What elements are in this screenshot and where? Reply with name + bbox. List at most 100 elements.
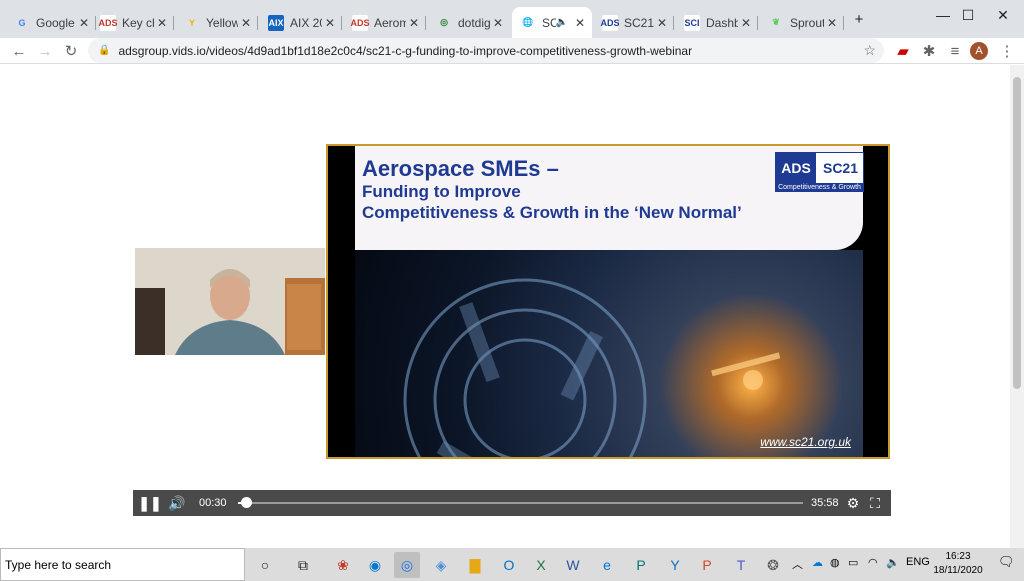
onedrive-icon[interactable]: ☁ [812, 556, 823, 569]
language-indicator[interactable]: ENG [906, 556, 930, 568]
tab-0[interactable]: G Google ✕ [6, 7, 96, 38]
duration: 35:58 [811, 497, 839, 509]
back-button[interactable]: ← [8, 40, 30, 62]
profile-avatar[interactable]: A [970, 42, 988, 60]
powerpoint-icon[interactable]: P [694, 552, 720, 578]
video-slide[interactable]: Aerospace SMEs – Funding to Improve Comp… [326, 144, 890, 459]
tab-favicon: Y [188, 17, 195, 28]
scrollbar-thumb[interactable] [1013, 77, 1021, 389]
teams-icon[interactable]: T [728, 552, 754, 578]
close-tab-icon[interactable]: ✕ [572, 16, 588, 30]
tray-chevron-icon[interactable]: ︿ [792, 556, 803, 572]
slide-subtitle-line1: Funding to Improve [362, 182, 521, 201]
media-control-icon[interactable]: ≡ [944, 40, 966, 62]
turbine-artwork [403, 278, 781, 457]
volume-button[interactable]: 🔊 [167, 494, 187, 512]
word-icon[interactable]: W [560, 552, 586, 578]
taskbar-clock[interactable]: 16:23 18/11/2020 [930, 550, 986, 578]
tab-9[interactable]: ❦ Sprout ✕ [760, 7, 844, 38]
tab-title: Yellow [206, 15, 238, 30]
url-text: adsgroup.vids.io/videos/4d9ad1bf1d18e2c0… [118, 43, 693, 58]
slide-header: Aerospace SMEs – Funding to Improve Comp… [355, 146, 864, 250]
progress-track[interactable] [238, 497, 803, 508]
tab-strip: GGoogle✕ADSKey cha✕YYellow✕AIXAIX 202✕AD… [0, 0, 1024, 38]
new-tab-button[interactable]: + [848, 8, 870, 30]
ads-sc21-logo: ADS SC21 Competitiveness & Growth [775, 152, 864, 192]
slide-url-link[interactable]: www.sc21.org.uk [760, 435, 851, 449]
tab-title: AIX 202 [290, 15, 322, 30]
clock-time: 16:23 [945, 551, 971, 562]
tab-favicon: 🌐 [522, 17, 534, 27]
pdf-extension-icon[interactable]: ▰ [892, 40, 914, 62]
progress-knob[interactable] [240, 497, 252, 508]
lock-icon: 🔒 [98, 45, 111, 56]
file-explorer-icon[interactable]: ▇ [462, 552, 488, 578]
notifications-icon[interactable]: 🗨 [998, 554, 1015, 570]
address-bar[interactable]: 🔒 adsgroup.vids.io/videos/4d9ad1bf1d18e2… [88, 38, 884, 63]
tab-audio-icon[interactable]: 🔈 [556, 17, 568, 28]
forward-arrow-icon: → [37, 42, 53, 60]
tab-favicon: ADS [601, 14, 620, 31]
fullscreen-icon: ⛶ [870, 494, 880, 511]
close-window-button[interactable]: ✕ [980, 0, 1024, 30]
tab-favicon: G [18, 17, 26, 28]
extensions-puzzle-icon[interactable]: ✱ [918, 40, 940, 62]
reload-icon: ↻ [64, 43, 78, 60]
tab-title: Sprout [790, 15, 824, 30]
edge-icon[interactable]: ◉ [362, 552, 388, 578]
cortana-icon[interactable]: ○ [252, 552, 278, 578]
internet-explorer-icon[interactable]: e [594, 552, 620, 578]
network-icon[interactable]: ◍ [830, 556, 840, 569]
close-tab-icon[interactable]: ✕ [490, 16, 506, 30]
tab-2[interactable]: Y Yellow ✕ [176, 7, 258, 38]
bookmark-star-icon[interactable]: ☆ [863, 42, 876, 59]
slide-title: Aerospace SMEs – [362, 156, 559, 181]
publisher-icon[interactable]: P [628, 552, 654, 578]
chrome-icon[interactable]: ◎ [394, 552, 420, 578]
settings-button[interactable]: ⚙ [845, 494, 861, 512]
close-tab-icon[interactable]: ✕ [322, 16, 338, 30]
close-tab-icon[interactable]: ✕ [406, 16, 422, 30]
close-tab-icon[interactable]: ✕ [824, 16, 840, 30]
fullscreen-button[interactable]: ⛶ [867, 494, 883, 512]
scrollbar[interactable] [1010, 65, 1024, 548]
outlook-icon[interactable]: O [496, 552, 522, 578]
close-tab-icon[interactable]: ✕ [738, 16, 754, 30]
app-icon-2[interactable]: ◈ [428, 552, 454, 578]
presenter-webcam [135, 248, 325, 355]
tab-title: Google [36, 15, 75, 30]
app-icon-1[interactable]: ❀ [330, 552, 356, 578]
presenter-image [135, 248, 325, 355]
app-icon-3[interactable]: ❂ [760, 552, 786, 578]
close-tab-icon[interactable]: ✕ [76, 16, 92, 30]
tab-5[interactable]: ◎ dotdigi ✕ [428, 7, 510, 38]
tab-6[interactable]: 🌐 SC 🔈 ✕ [512, 7, 592, 38]
tab-3[interactable]: AIX AIX 202✕ [260, 7, 342, 38]
logo-sc21-text: SC21 [822, 160, 859, 176]
tab-favicon: ◎ [440, 17, 448, 27]
wifi-icon[interactable]: ◠ [868, 556, 878, 569]
tab-1[interactable]: ADS Key cha✕ [92, 7, 174, 38]
excel-icon[interactable]: X [528, 552, 554, 578]
yammer-icon[interactable]: Y [662, 552, 688, 578]
tab-favicon: ADS [351, 14, 370, 31]
battery-icon[interactable]: ▭ [848, 556, 858, 569]
task-view-icon[interactable]: ⧉ [290, 552, 316, 578]
search-placeholder: Type here to search [5, 557, 112, 572]
close-tab-icon[interactable]: ✕ [154, 16, 170, 30]
reload-button[interactable]: ↻ [60, 40, 82, 62]
gear-icon: ⚙ [846, 494, 860, 511]
taskbar-search[interactable]: Type here to search [0, 548, 245, 581]
tab-4[interactable]: ADS Aeroma✕ [344, 7, 426, 38]
tab-8[interactable]: SCI Dashbo✕ [676, 7, 758, 38]
speaker-icon[interactable]: 🔈 [886, 556, 900, 569]
forward-button[interactable]: → [34, 40, 56, 62]
tab-7[interactable]: ADS SC21 In✕ [594, 7, 674, 38]
windows-taskbar: Type here to search ○ ⧉ ❀ ◉ ◎ ◈ ▇ O X W … [0, 548, 1024, 581]
menu-kebab-icon[interactable]: ⋮ [996, 40, 1018, 62]
close-tab-icon[interactable]: ✕ [654, 16, 670, 30]
back-arrow-icon: ← [11, 42, 27, 60]
pause-button[interactable]: ❚❚ [138, 494, 161, 512]
close-tab-icon[interactable]: ✕ [238, 16, 254, 30]
tab-title: Dashbo [706, 15, 738, 30]
